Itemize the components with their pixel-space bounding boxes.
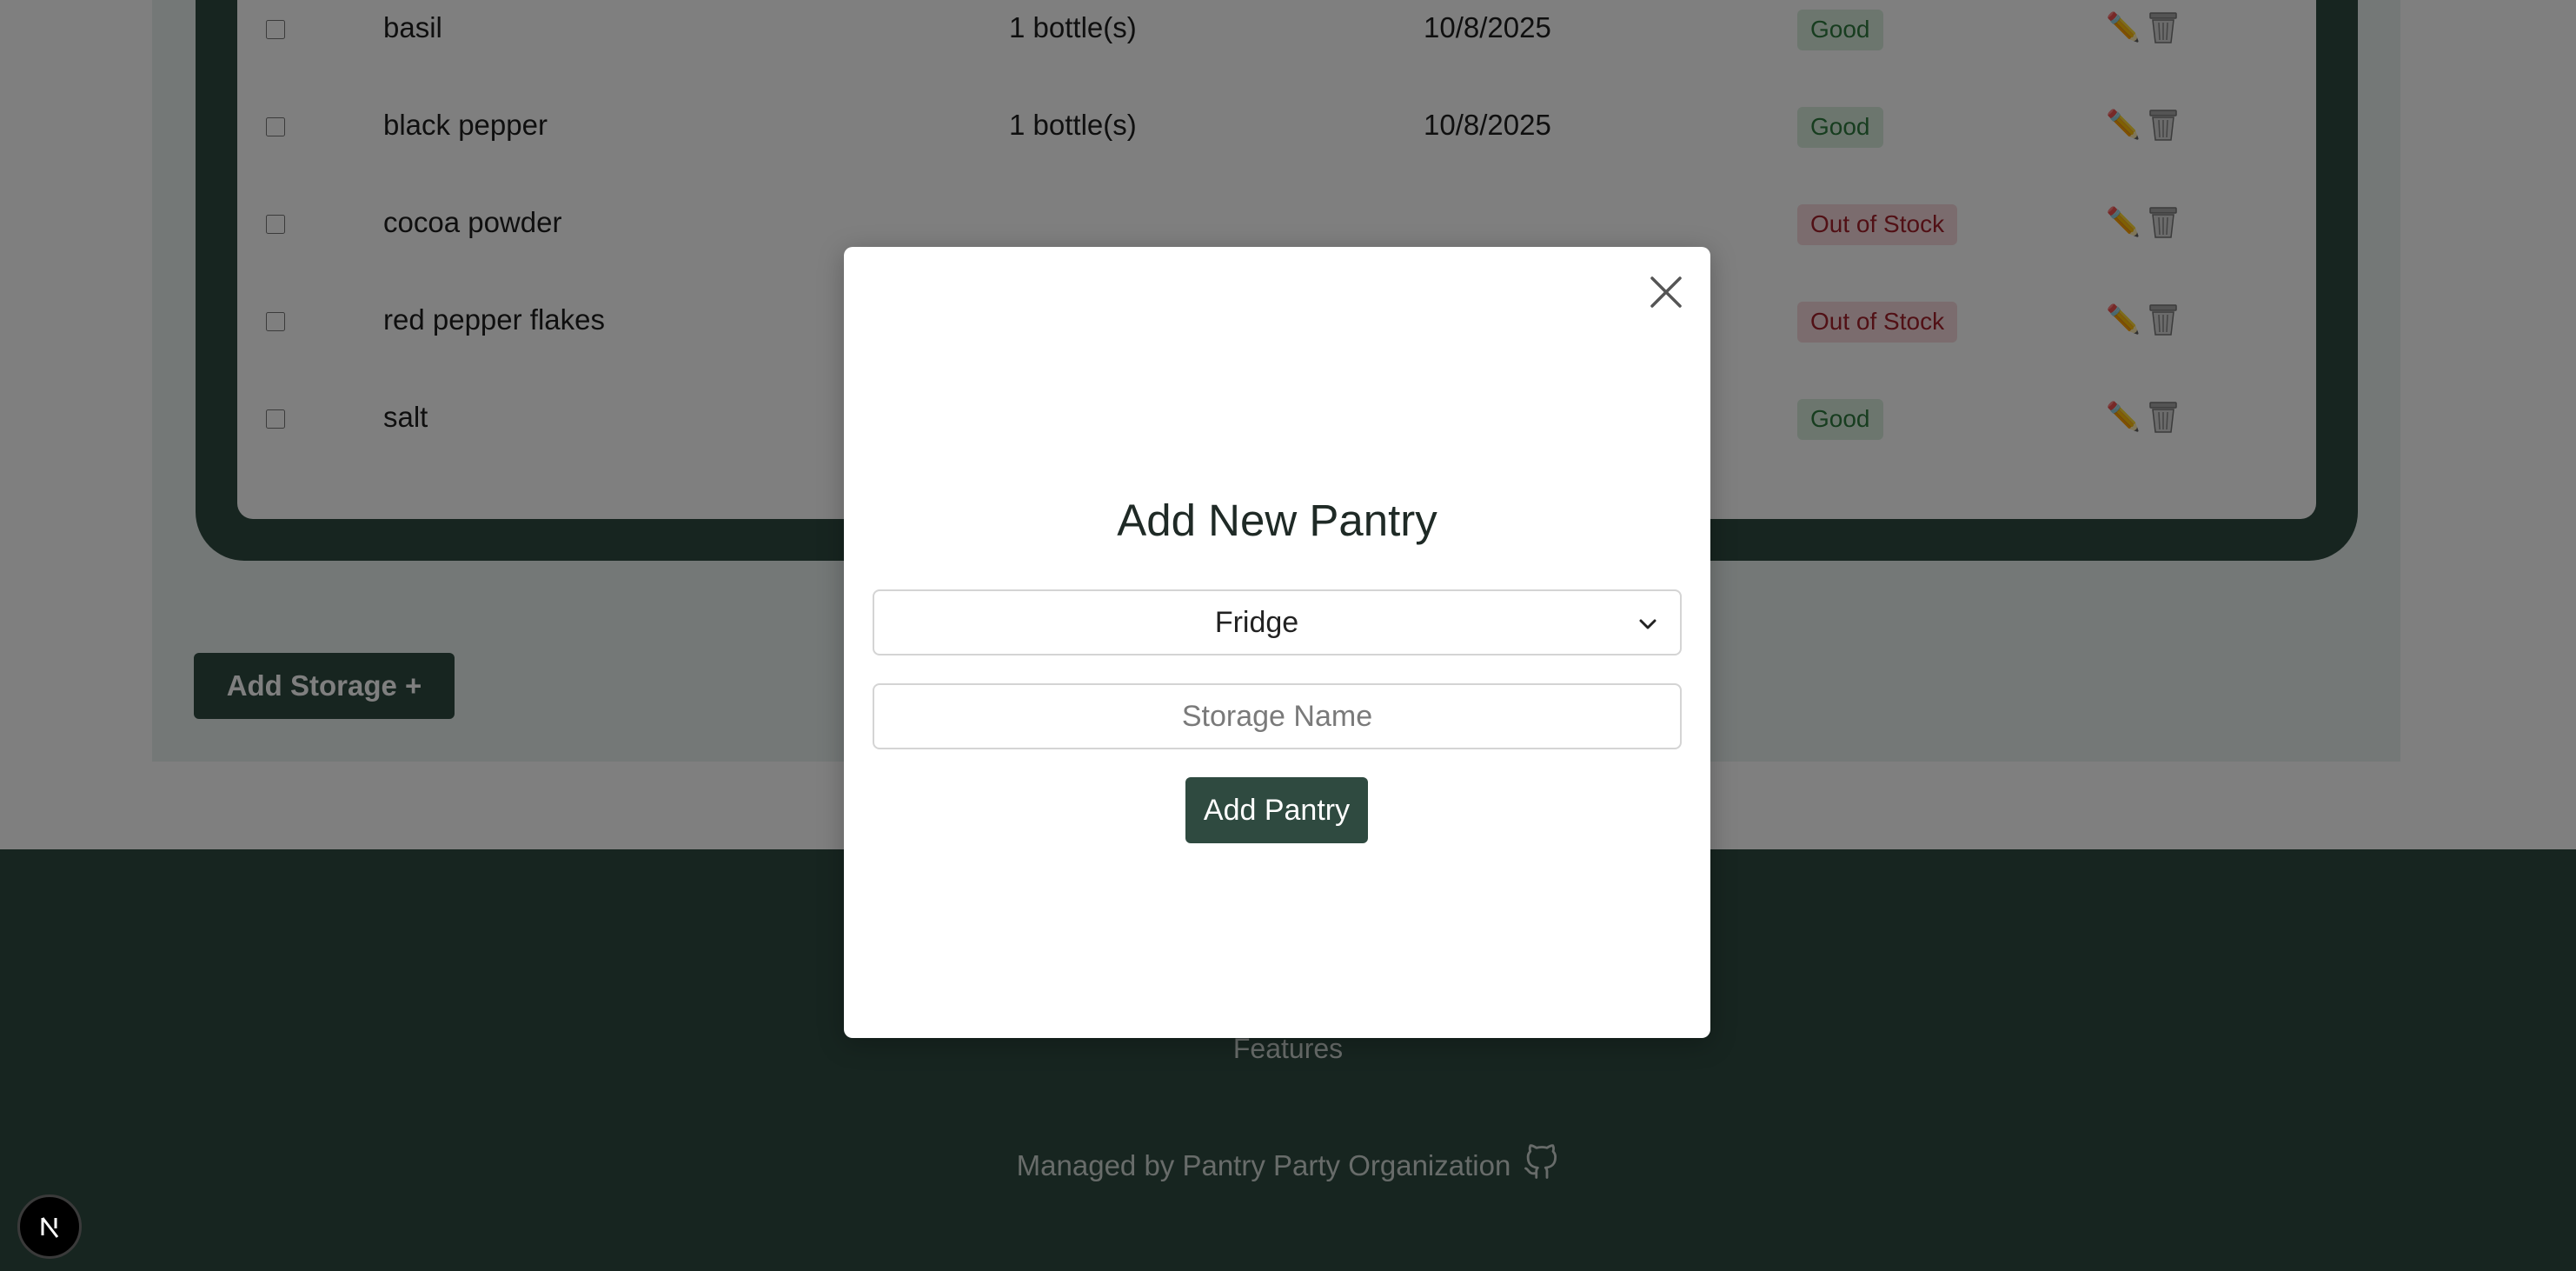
add-pantry-button[interactable]: Add Pantry — [1185, 777, 1368, 843]
storage-type-value: Fridge — [1214, 606, 1299, 639]
chevron-down-icon — [1636, 612, 1660, 636]
nextjs-logo-icon[interactable] — [17, 1194, 82, 1259]
modal-title: Add New Pantry — [1117, 496, 1437, 545]
storage-name-input[interactable] — [873, 683, 1682, 749]
storage-type-select[interactable]: Fridge — [873, 589, 1682, 655]
add-pantry-modal: Add New Pantry Fridge Add Pantry — [844, 247, 1710, 1038]
close-icon[interactable] — [1647, 273, 1685, 311]
